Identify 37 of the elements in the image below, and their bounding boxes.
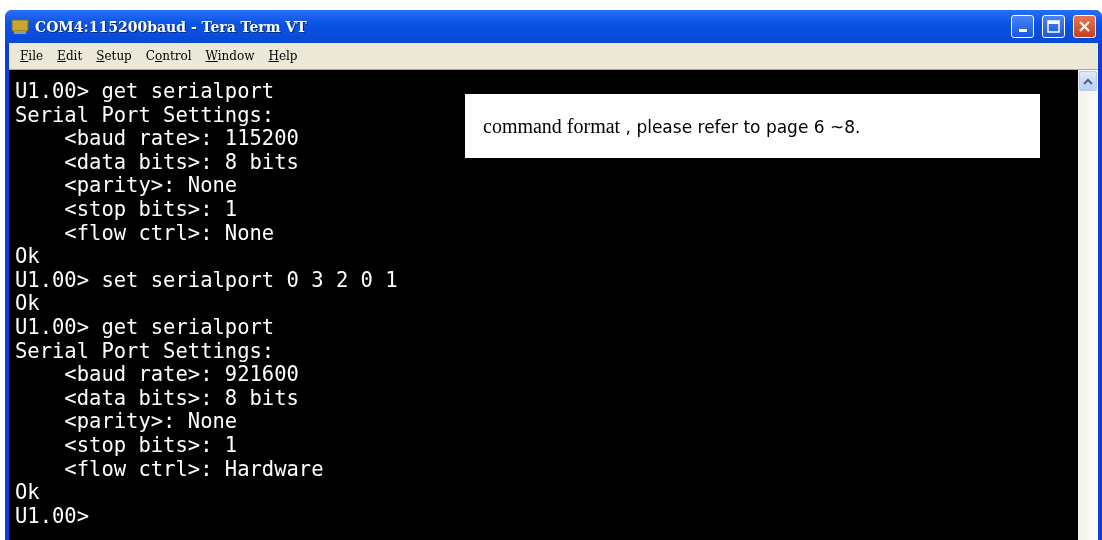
menu-item[interactable]: Edit (50, 49, 90, 63)
maximize-icon (1047, 20, 1060, 33)
terminal-line: <stop bits>: 1 (63, 197, 238, 222)
terminal-line: <flow ctrl>: None (63, 221, 275, 246)
window-title: COM4:115200baud - Tera Term VT (35, 18, 307, 35)
scroll-up-button[interactable] (1079, 71, 1097, 91)
terminal-line: U1.00> get serialport (15, 80, 275, 104)
terminal-line: U1.00> get serialport (15, 315, 275, 340)
terminal-line: U1.00> (15, 504, 90, 529)
close-button[interactable] (1073, 15, 1096, 38)
terminal-line: <baud rate>: 115200 (63, 127, 299, 151)
terminal-line: <data bits>: 8 bits (63, 150, 299, 175)
scrollbar[interactable] (1078, 70, 1098, 540)
menu-item[interactable]: File (13, 49, 51, 63)
menu-item[interactable]: Control (138, 49, 199, 63)
menu-item[interactable]: Help (261, 49, 305, 63)
terminal-line: Serial Port Settings: (15, 339, 275, 364)
minimize-icon (1018, 29, 1027, 32)
terminal-line: <parity>: None (63, 174, 238, 198)
close-icon (1078, 20, 1091, 33)
terminal-line: <stop bits>: 1 (63, 433, 238, 458)
terminal-line: U1.00> set serialport 0 3 2 0 1 (15, 268, 398, 293)
terminal-line: <data bits>: 8 bits (63, 386, 299, 411)
menu-item[interactable]: Window (198, 49, 262, 63)
terminal-line: <baud rate>: 921600 (63, 363, 299, 387)
menu-item[interactable]: Setup (89, 49, 139, 63)
maximize-button[interactable] (1042, 15, 1065, 38)
caret-up-icon (1083, 77, 1093, 85)
terminal-line: Serial Port Settings: (15, 103, 275, 128)
terminal-line: <parity>: None (63, 410, 238, 434)
terminal-line: Ok (15, 481, 40, 505)
annotation-note: command format , please refer to page 6 ~8. (465, 94, 1040, 158)
minimize-button[interactable] (1011, 15, 1034, 38)
terminal-line: Ok (15, 292, 40, 316)
terminal-line: Ok (15, 245, 40, 269)
terminal-line: <flow ctrl>: Hardware (63, 457, 324, 482)
app-icon (11, 18, 29, 35)
